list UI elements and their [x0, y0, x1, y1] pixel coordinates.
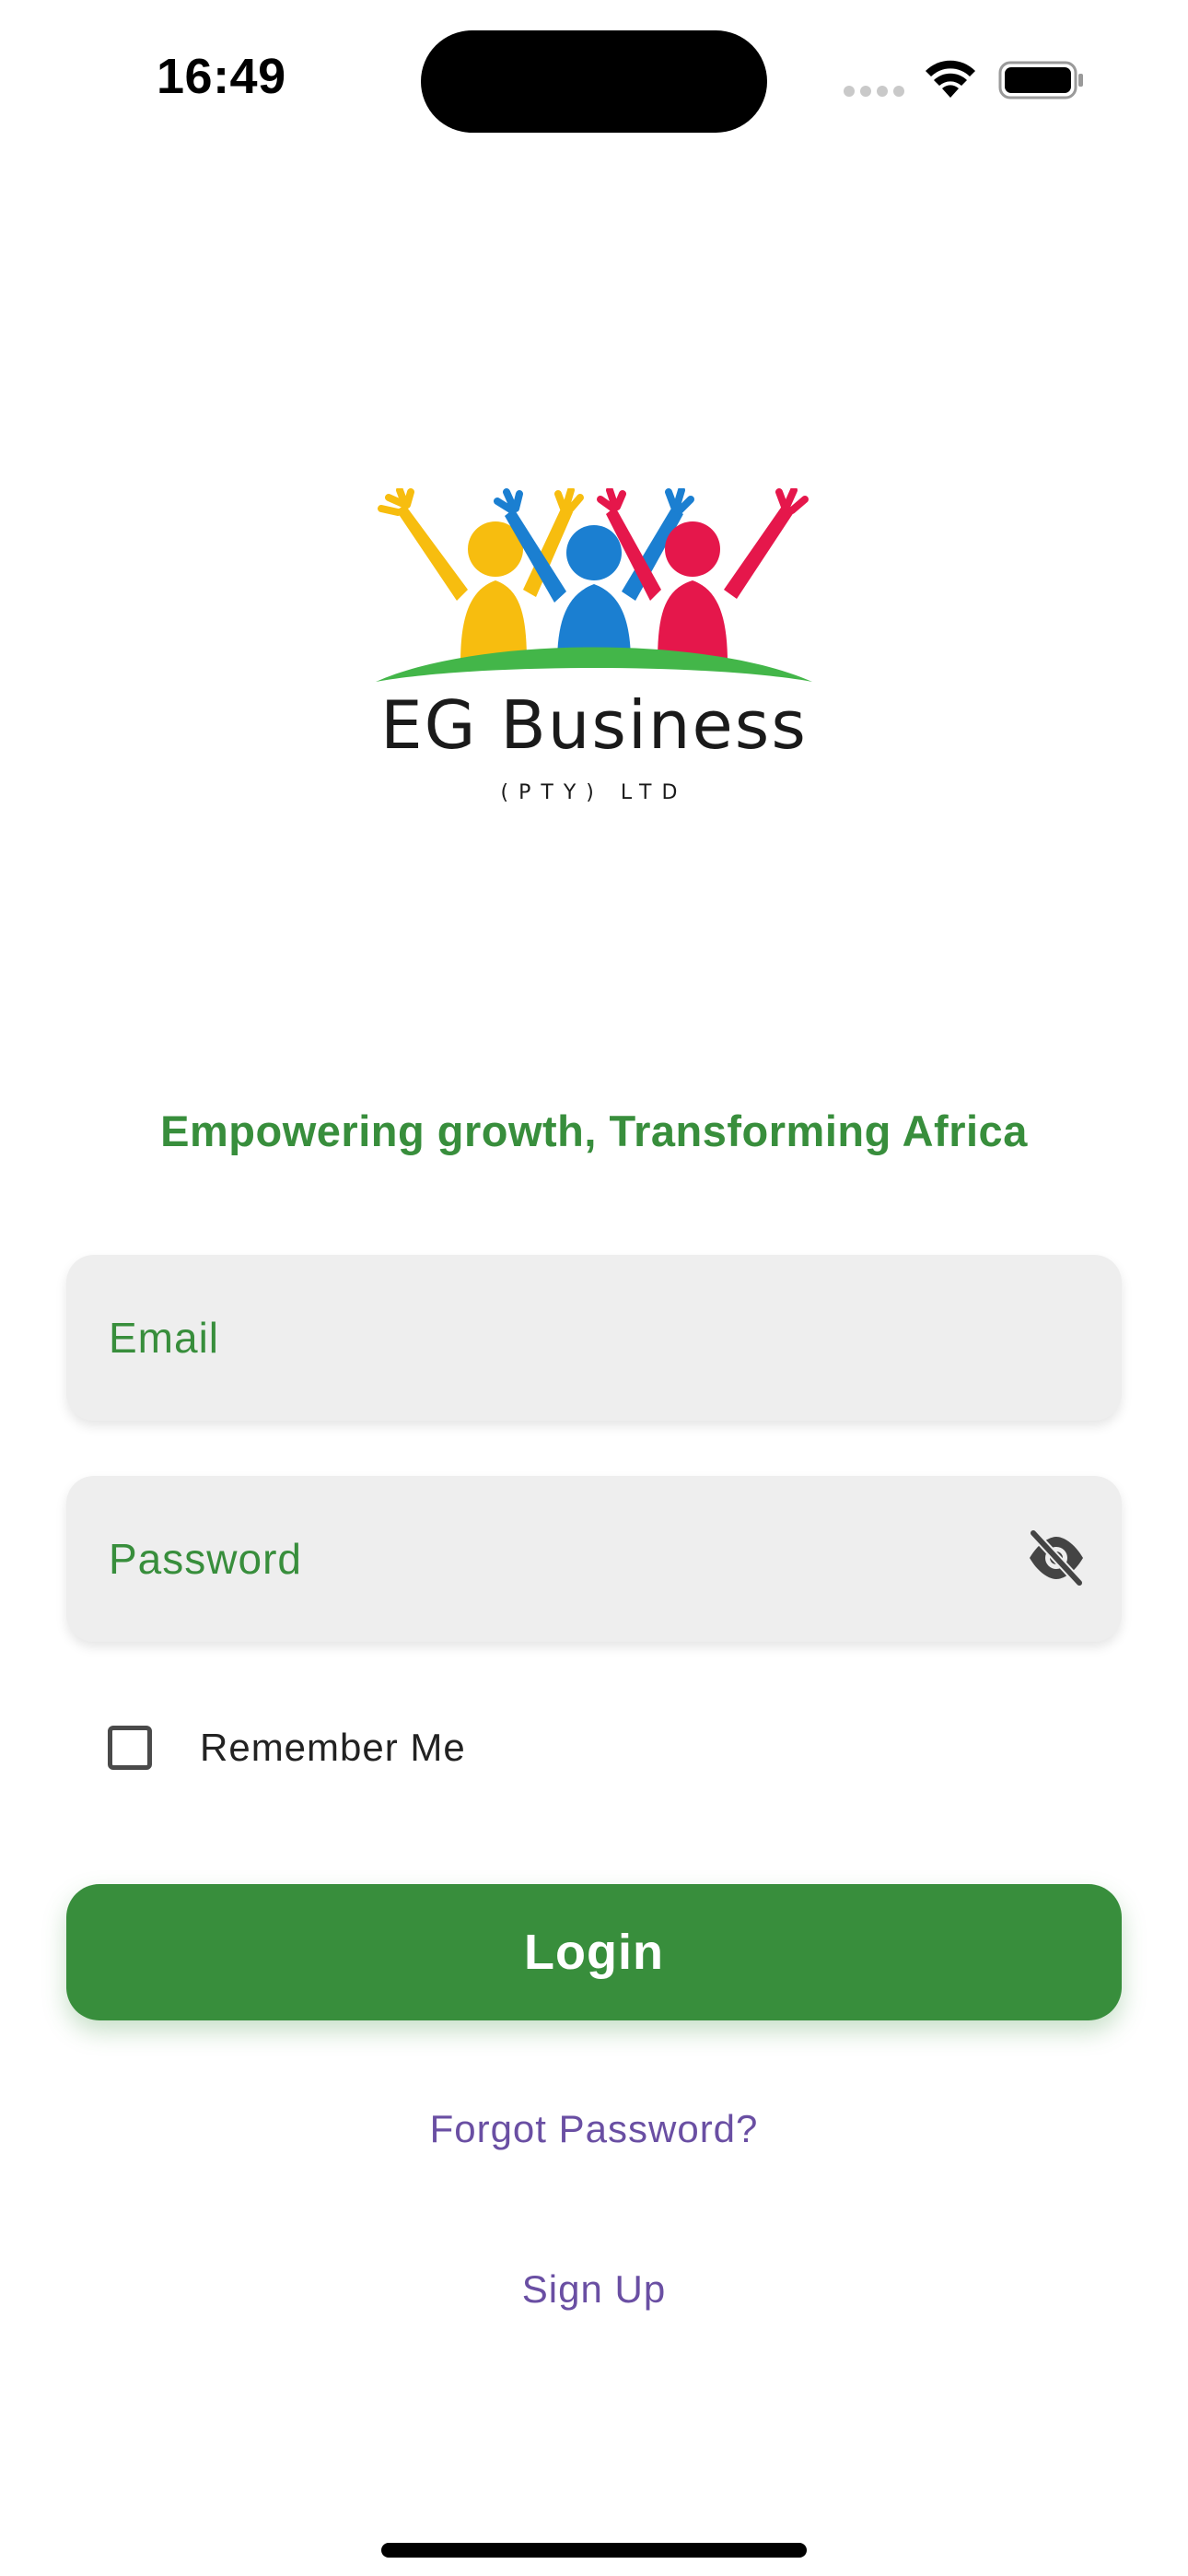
remember-me-label: Remember Me [200, 1726, 466, 1769]
dynamic-island [421, 30, 767, 133]
logo-title: EG Business [380, 686, 808, 764]
password-input[interactable] [109, 1476, 1011, 1642]
battery-icon [998, 61, 1083, 100]
remember-me-checkbox[interactable] [108, 1726, 152, 1770]
email-field[interactable] [66, 1255, 1122, 1421]
login-button[interactable]: Login [66, 1884, 1122, 2020]
eye-off-icon[interactable] [1026, 1529, 1087, 1587]
wifi-icon [926, 60, 975, 98]
remember-me[interactable]: Remember Me [108, 1722, 466, 1774]
logo-subtitle: (PTY) LTD [500, 781, 688, 804]
password-field[interactable] [66, 1476, 1122, 1642]
tagline: Empowering growth, Transforming Africa [160, 1107, 1028, 1155]
sign-up-link[interactable]: Sign Up [0, 2267, 1188, 2312]
eg-business-logo [376, 488, 812, 682]
forgot-password-link[interactable]: Forgot Password? [0, 2107, 1188, 2151]
status-time: 16:49 [157, 49, 286, 104]
cellular-signal-icon [844, 86, 904, 97]
email-input[interactable] [109, 1255, 1011, 1421]
home-indicator[interactable] [381, 2543, 807, 2558]
